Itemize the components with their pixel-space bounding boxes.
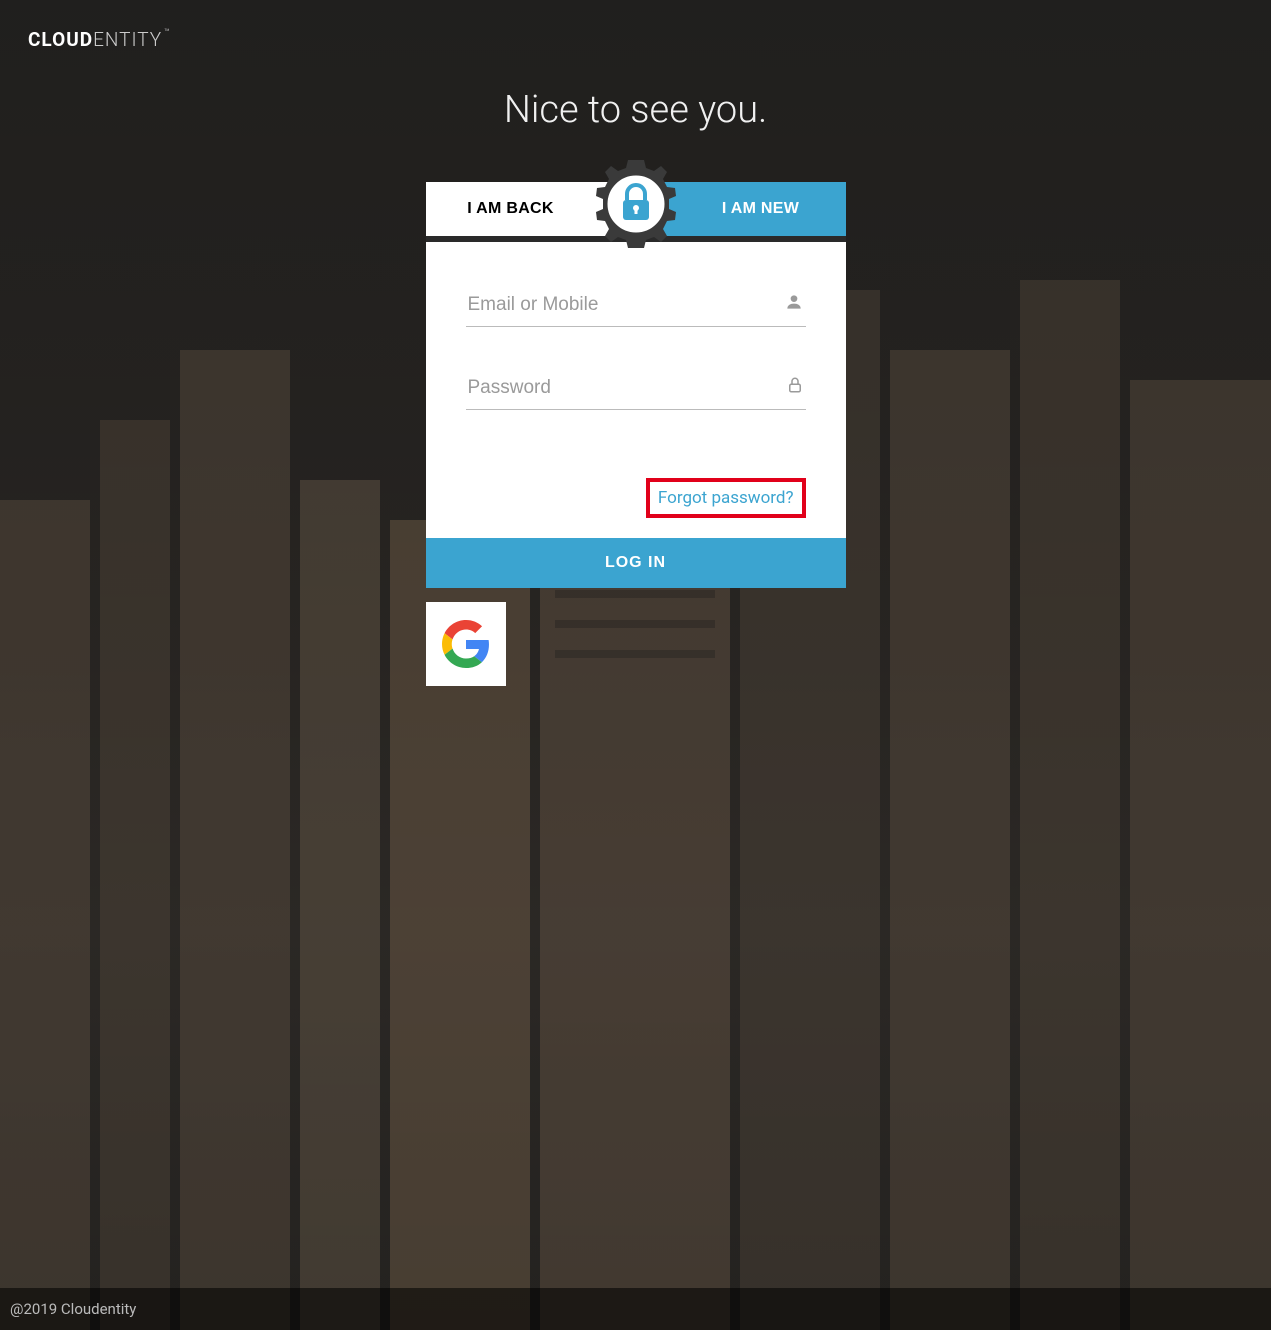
email-field[interactable] — [466, 286, 806, 327]
gear-lock-badge — [586, 154, 686, 254]
page-title: Nice to see you. — [504, 88, 767, 132]
logo-bold: CLOUD — [28, 28, 93, 51]
login-card: I AM BACK I AM NEW — [426, 182, 846, 686]
forgot-password-row: Forgot password? — [466, 478, 806, 518]
google-login-button[interactable] — [426, 602, 506, 686]
logo-trademark: ™ — [164, 28, 171, 38]
gear-lock-icon — [586, 154, 686, 254]
tab-back-label: I AM BACK — [467, 200, 594, 218]
social-login-row — [426, 602, 846, 686]
email-input-group — [466, 286, 806, 327]
login-button[interactable]: LOG IN — [426, 538, 846, 588]
copyright-text: @2019 Cloudentity — [10, 1300, 136, 1318]
logo-light: ENTITY — [93, 28, 162, 51]
password-field[interactable] — [466, 369, 806, 410]
footer-bar: @2019 Cloudentity — [0, 1288, 1271, 1330]
tab-new-label: I AM NEW — [682, 200, 799, 218]
login-form: Forgot password? — [426, 242, 846, 538]
user-icon — [784, 292, 804, 316]
password-input-group — [466, 369, 806, 410]
google-icon — [442, 620, 490, 668]
lock-icon — [786, 375, 804, 399]
brand-logo: CLOUDENTITY™ — [28, 28, 171, 51]
forgot-password-link[interactable]: Forgot password? — [646, 478, 806, 518]
